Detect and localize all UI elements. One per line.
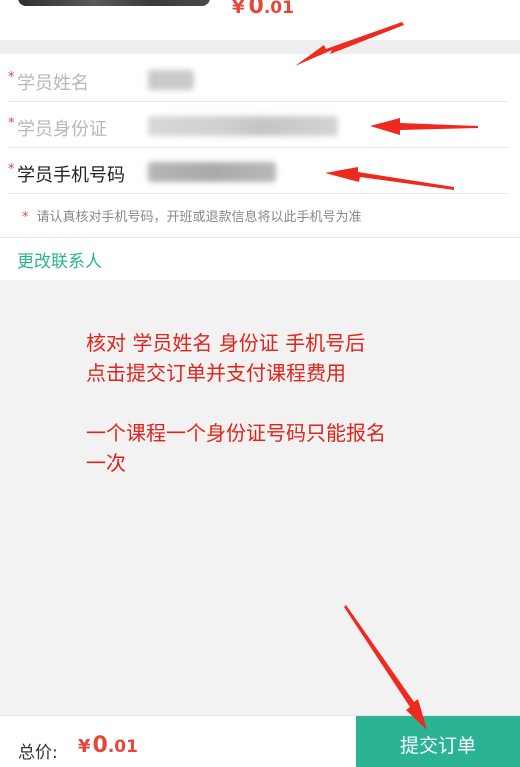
- student-phone-label: 学员手机号码: [17, 165, 125, 186]
- annotation-line: 一次: [86, 451, 126, 475]
- student-info-form: * 学员姓名 * 学员身份证 * 学员手机号码 * 请认真核对手机号码，开班或退款…: [0, 54, 520, 280]
- change-contact-link[interactable]: 更改联系人: [17, 247, 102, 272]
- arrow-icon: [344, 605, 427, 730]
- total-price: ¥0.01: [78, 733, 138, 758]
- annotation-line: 点击提交订单并支付课程费用: [86, 361, 346, 385]
- product-summary: ¥0.01: [0, 0, 520, 40]
- section-divider: [0, 40, 520, 54]
- student-name-row[interactable]: * 学员姓名: [8, 56, 508, 102]
- annotation-line: 一个课程一个身份证号码只能报名: [86, 421, 386, 445]
- checkout-bar: 总价: ¥0.01 提交订单: [0, 715, 520, 767]
- student-phone-row[interactable]: * 学员手机号码: [8, 148, 508, 194]
- student-id-value[interactable]: [148, 116, 338, 136]
- total-label: 总价:: [18, 743, 58, 763]
- student-phone-value[interactable]: [148, 162, 276, 182]
- student-id-row[interactable]: * 学员身份证: [8, 102, 508, 148]
- required-mark: *: [8, 70, 15, 85]
- student-name-value[interactable]: [148, 70, 194, 90]
- annotation-line: 核对 学员姓名 身份证 手机号后: [86, 331, 366, 355]
- course-price: ¥0.01: [232, 0, 294, 19]
- divider: [0, 237, 520, 238]
- required-mark: *: [8, 162, 15, 177]
- student-id-label: 学员身份证: [17, 119, 107, 140]
- phone-notice: * 请认真核对手机号码，开班或退款信息将以此手机号为准: [22, 210, 362, 225]
- course-thumbnail: [18, 0, 210, 6]
- required-mark: *: [8, 116, 15, 131]
- submit-order-button[interactable]: 提交订单: [356, 716, 520, 767]
- student-name-label: 学员姓名: [17, 73, 89, 94]
